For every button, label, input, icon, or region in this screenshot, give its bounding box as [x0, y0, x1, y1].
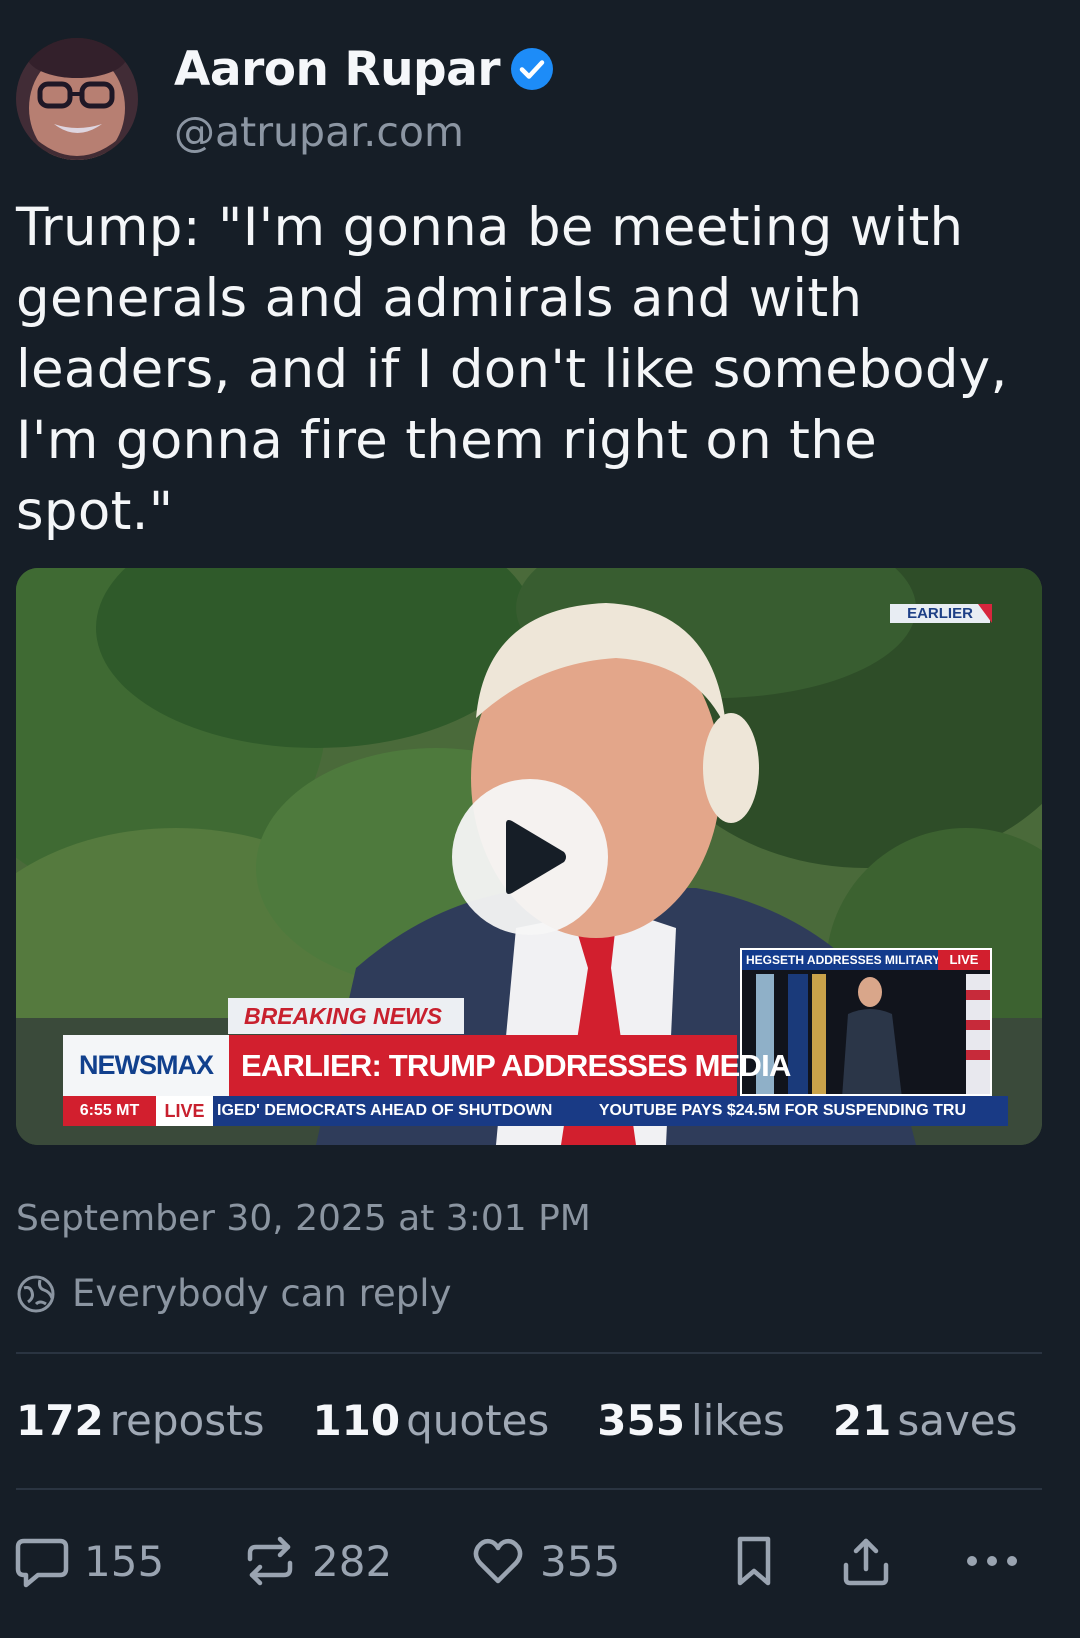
- breaking-news-label: BREAKING NEWS: [228, 998, 464, 1034]
- likes-label: likes: [690, 1396, 785, 1445]
- author-display-name[interactable]: Aaron Rupar: [174, 42, 501, 97]
- ticker-item: YOUTUBE PAYS $24.5M FOR SUSPENDING TRU: [598, 1102, 966, 1119]
- quotes-stat[interactable]: 110 quotes: [312, 1396, 549, 1445]
- ticker-item: IGED' DEMOCRATS AHEAD OF SHUTDOWN: [217, 1102, 553, 1119]
- repost-icon: [247, 1536, 293, 1586]
- reply-setting[interactable]: Everybody can reply: [16, 1272, 451, 1315]
- verified-badge-icon: [511, 48, 554, 90]
- more-options-button[interactable]: [962, 1528, 1022, 1594]
- video-local-time: 6:55 MT: [63, 1096, 156, 1126]
- repost-count: 282: [312, 1536, 393, 1586]
- video-headline: EARLIER: TRUMP ADDRESSES MEDIA: [229, 1035, 791, 1096]
- avatar[interactable]: [16, 38, 138, 160]
- like-icon: [473, 1538, 523, 1584]
- bookmark-icon: [737, 1536, 771, 1586]
- avatar-image: [16, 38, 138, 160]
- saves-count: 21: [832, 1396, 892, 1445]
- divider: [16, 1352, 1042, 1354]
- post-timestamp[interactable]: September 30, 2025 at 3:01 PM: [16, 1198, 591, 1239]
- play-icon: [506, 820, 566, 894]
- bookmark-button[interactable]: [726, 1528, 782, 1594]
- post-text: Trump: "I'm gonna be meeting with genera…: [16, 197, 1008, 542]
- reply-button[interactable]: 155: [14, 1528, 164, 1594]
- network-logo: NEWSMAX: [63, 1035, 229, 1096]
- globe-icon: [17, 1275, 55, 1312]
- engagement-stats: 172 reposts 110 quotes 355 likes 21 saves: [16, 1396, 1066, 1445]
- quotes-count: 110: [312, 1396, 401, 1445]
- likes-count: 355: [597, 1396, 685, 1445]
- reply-setting-label: Everybody can reply: [72, 1272, 452, 1315]
- saves-stat[interactable]: 21 saves: [833, 1396, 1018, 1445]
- like-count: 355: [540, 1536, 621, 1586]
- video-corner-tag: EARLIER: [890, 604, 992, 623]
- saves-label: saves: [897, 1396, 1018, 1445]
- reposts-label: reposts: [109, 1396, 265, 1445]
- divider: [16, 1488, 1042, 1490]
- reposts-count: 172: [16, 1396, 104, 1445]
- video-embed[interactable]: EARLIER HEGSETH ADDRESSES MILITARY LIVE …: [16, 568, 1042, 1145]
- play-button[interactable]: [452, 779, 608, 935]
- reply-count: 155: [84, 1536, 165, 1586]
- share-button[interactable]: [838, 1528, 894, 1594]
- author-handle[interactable]: @atrupar.com: [174, 108, 554, 156]
- more-icon: [967, 1556, 1017, 1566]
- quotes-label: quotes: [406, 1396, 550, 1445]
- share-icon: [843, 1538, 889, 1586]
- video-live-label: LIVE: [156, 1096, 213, 1126]
- likes-stat[interactable]: 355 likes: [597, 1396, 785, 1445]
- news-ticker: IGED' DEMOCRATS AHEAD OF SHUTDOWN YOUTUB…: [213, 1096, 1008, 1126]
- like-button[interactable]: 355: [470, 1528, 620, 1594]
- repost-button[interactable]: 282: [242, 1528, 392, 1594]
- inset-live-badge: LIVE: [938, 950, 990, 970]
- post-header: Aaron Rupar @atrupar.com: [16, 38, 1016, 160]
- action-bar: 155 282 355: [14, 1528, 1044, 1594]
- reply-icon: [15, 1538, 69, 1588]
- reposts-stat[interactable]: 172 reposts: [16, 1396, 264, 1445]
